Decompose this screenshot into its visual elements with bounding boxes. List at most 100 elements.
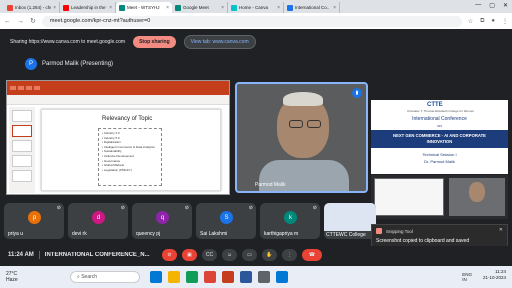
extensions-icon[interactable]: ⧉ bbox=[480, 18, 484, 25]
theme-line-1: NEXT GEN COMMERCE - AI AND CORPORATE bbox=[393, 133, 486, 138]
camera-button[interactable]: ▣ bbox=[182, 249, 197, 261]
search-label: Search bbox=[81, 274, 98, 280]
view-tab-button[interactable]: View tab: www.canva.com bbox=[183, 35, 256, 49]
avatar: q bbox=[156, 211, 169, 224]
participant-name: priya u bbox=[8, 231, 24, 237]
bullet-item: • Legislation (PMGKY) bbox=[102, 167, 132, 172]
present-button[interactable]: ▭ bbox=[242, 249, 257, 261]
avatar: P bbox=[25, 58, 37, 70]
tab-label: Meet - WTSYHJ bbox=[127, 5, 160, 10]
meet-icon bbox=[119, 4, 125, 11]
file-explorer-icon[interactable] bbox=[168, 271, 180, 283]
tab-label: International Co.. bbox=[295, 5, 330, 10]
close-window-icon[interactable]: ✕ bbox=[503, 2, 508, 9]
tab-label: Home - Canva bbox=[239, 5, 269, 10]
forward-icon[interactable]: → bbox=[17, 18, 24, 25]
windows-start-icon[interactable] bbox=[150, 271, 162, 283]
profile-icon[interactable]: ● bbox=[491, 18, 495, 25]
video-name: Parmod Malik bbox=[255, 182, 286, 188]
edge-icon[interactable] bbox=[186, 271, 198, 283]
captions-button[interactable]: CC bbox=[202, 249, 217, 261]
maximize-icon[interactable]: ▢ bbox=[489, 2, 495, 9]
mic-off-icon: ⊘ bbox=[184, 205, 189, 211]
url-field[interactable]: meet.google.com/kpr-cnz-mt?authuser=0 bbox=[41, 15, 462, 27]
chrome-icon[interactable] bbox=[204, 271, 216, 283]
tab-2[interactable]: Leadership in the wo..× bbox=[60, 2, 116, 13]
raise-hand-button[interactable]: ✋ bbox=[262, 249, 277, 261]
mini-preview-strip bbox=[371, 175, 508, 219]
participant-tile[interactable]: k ⊘ karthigapriya m bbox=[260, 203, 320, 239]
mic-off-icon: ⊘ bbox=[56, 205, 61, 211]
mini-face bbox=[469, 182, 485, 202]
close-icon[interactable]: × bbox=[221, 5, 224, 11]
participant-name: devi rk bbox=[72, 231, 87, 237]
speaker-label: Dr. Parmod Malik bbox=[424, 159, 455, 164]
tab-bar: Inbox (1,284) - chu..× Leadership in the… bbox=[0, 0, 512, 13]
tab-6[interactable]: International Co.. × bbox=[284, 2, 340, 13]
tab-label: Inbox (1,284) - chu.. bbox=[15, 5, 51, 10]
participant-tile[interactable]: CTTEWC College bbox=[324, 203, 376, 239]
close-icon[interactable]: × bbox=[53, 5, 56, 11]
weather-widget[interactable]: 27°C Haze bbox=[6, 271, 18, 283]
conference-banner: CTTE Chevalier T. Thomas Elizabeth Colle… bbox=[371, 100, 508, 174]
presenter-label: Parmod Malik (Presenting) bbox=[42, 61, 114, 67]
more-options-button[interactable]: ⋮ bbox=[282, 249, 297, 261]
mail-icon[interactable] bbox=[276, 271, 288, 283]
avatar: p bbox=[28, 211, 41, 224]
video-person-shirt bbox=[259, 160, 349, 191]
minimize-icon[interactable]: — bbox=[475, 2, 481, 9]
ppt-toolbar bbox=[7, 95, 229, 105]
stop-sharing-button[interactable]: Stop sharing bbox=[133, 36, 176, 48]
slide-thumbnail bbox=[12, 155, 32, 167]
participant-tile[interactable]: q ⊘ queency pj bbox=[132, 203, 192, 239]
emoji-button[interactable]: ☺ bbox=[222, 249, 237, 261]
back-icon[interactable]: ← bbox=[4, 18, 11, 25]
star-icon[interactable]: ☆ bbox=[468, 18, 473, 25]
slide-thumbnail bbox=[12, 125, 32, 137]
mic-off-icon: ⊘ bbox=[120, 205, 125, 211]
close-icon[interactable]: × bbox=[166, 5, 169, 11]
tab-4[interactable]: Google Meet × bbox=[172, 2, 228, 13]
theme-line-2: INNOVATION bbox=[426, 139, 453, 144]
canva-icon bbox=[287, 4, 293, 11]
youtube-icon bbox=[63, 4, 69, 11]
session-label: Technical Session I bbox=[422, 152, 457, 157]
store-icon[interactable] bbox=[258, 271, 270, 283]
mic-button[interactable]: ⊘ bbox=[162, 249, 177, 261]
close-icon[interactable]: × bbox=[333, 5, 336, 11]
word-icon[interactable] bbox=[240, 271, 252, 283]
participant-name: Sai Lakshmi bbox=[200, 231, 228, 237]
leave-call-button[interactable]: ☎ bbox=[302, 249, 322, 261]
participant-name: karthigapriya m bbox=[264, 231, 299, 237]
language-indicator[interactable]: ENG IN bbox=[462, 272, 472, 282]
call-controls: ⊘ ▣ CC ☺ ▭ ✋ ⋮ ☎ bbox=[162, 246, 322, 264]
mic-off-icon: ⊘ bbox=[248, 205, 253, 211]
tab-3[interactable]: Meet - WTSYHJ × bbox=[116, 2, 172, 13]
tab-5[interactable]: Home - Canva × bbox=[228, 2, 284, 13]
mini-slide-preview bbox=[374, 178, 444, 216]
participant-tile[interactable]: p ⊘ priya u bbox=[4, 203, 64, 239]
participant-name: CTTEWC College bbox=[326, 232, 366, 238]
tab-1[interactable]: Inbox (1,284) - chu..× bbox=[4, 2, 60, 13]
close-icon[interactable]: × bbox=[109, 5, 112, 11]
presenter-video-tile[interactable]: ▮ Parmod Malik bbox=[235, 82, 368, 193]
url-text: meet.google.com/kpr-cnz-mt?authuser=0 bbox=[49, 18, 151, 24]
participant-tile[interactable]: S ⊘ Sai Lakshmi bbox=[196, 203, 256, 239]
mic-off-icon: ⊘ bbox=[312, 205, 317, 211]
close-icon[interactable]: ✕ bbox=[499, 227, 503, 233]
slide-thumbnail bbox=[12, 140, 32, 152]
slide-thumbnail bbox=[12, 110, 32, 122]
slide-title: Relevancy of Topic bbox=[102, 116, 153, 122]
powerpoint-icon[interactable] bbox=[222, 271, 234, 283]
video-person-hair bbox=[283, 92, 323, 106]
reload-icon[interactable]: ↻ bbox=[30, 17, 36, 25]
taskbar-search[interactable]: ⌕ Search bbox=[70, 271, 140, 283]
ppt-ribbon bbox=[7, 81, 229, 95]
menu-icon[interactable]: ⋮ bbox=[502, 18, 508, 25]
system-clock[interactable]: 11:24 21-10-2024 bbox=[483, 269, 506, 281]
participant-tile[interactable]: d ⊘ devi rk bbox=[68, 203, 128, 239]
close-icon[interactable]: × bbox=[277, 5, 280, 11]
ctte-logo: CTTE bbox=[427, 102, 443, 108]
college-thumbnail bbox=[324, 203, 376, 231]
participant-name: queency pj bbox=[136, 231, 161, 237]
